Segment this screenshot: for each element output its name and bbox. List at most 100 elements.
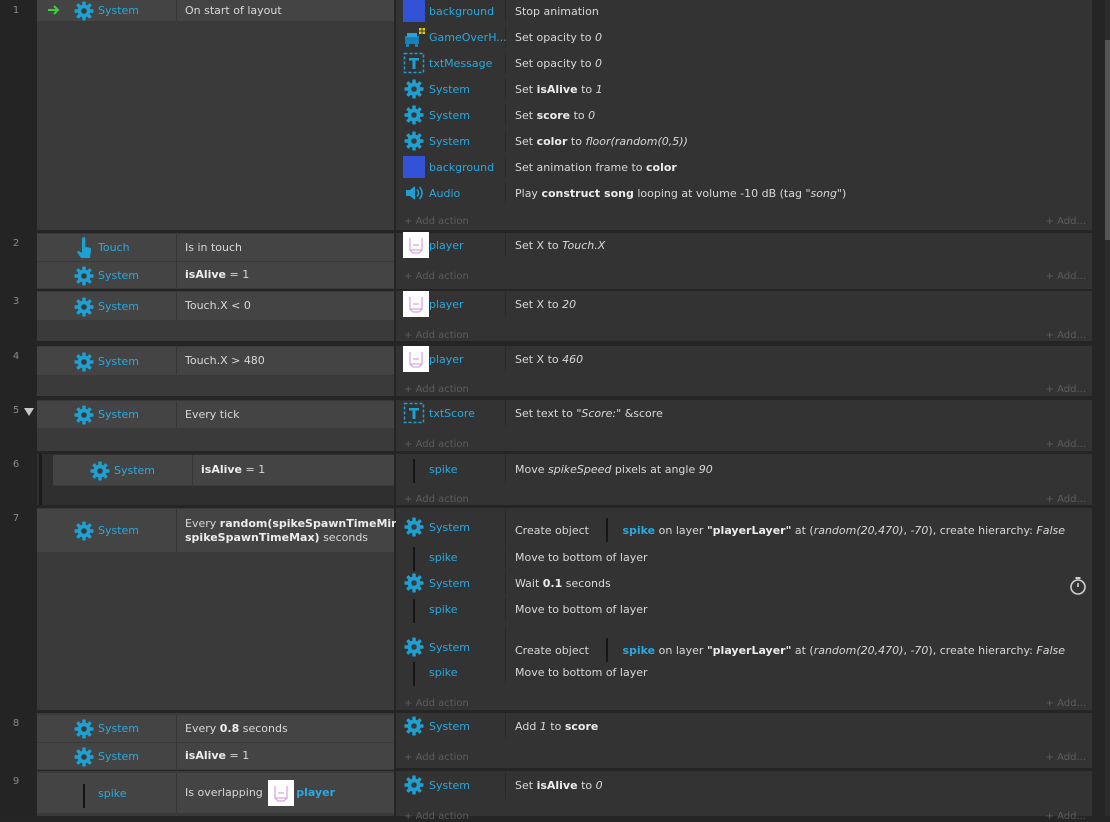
condition-object[interactable]: System bbox=[37, 347, 177, 375]
action-object[interactable]: player bbox=[396, 232, 506, 258]
action-object[interactable]: System bbox=[396, 713, 506, 739]
action-object[interactable]: spike bbox=[396, 660, 506, 686]
action-row[interactable]: System Wait 0.1 seconds bbox=[396, 571, 1092, 595]
action-row[interactable]: background Stop animation bbox=[396, 0, 1092, 22]
action-row[interactable]: System Set isAlive to 0 bbox=[396, 771, 1092, 799]
condition-row[interactable]: System Touch.X < 0 bbox=[37, 292, 394, 321]
actions-area[interactable]: background Stop animation GameOverH... Set … bbox=[396, 0, 1092, 230]
action-row[interactable]: txtMessage Set opacity to 0 bbox=[396, 52, 1092, 74]
conditions-area[interactable]: Touch Is in touch System isAlive = 1 bbox=[37, 233, 394, 289]
condition-object[interactable]: System bbox=[37, 509, 177, 552]
add-action-button[interactable]: + Add action bbox=[404, 439, 469, 450]
action-row[interactable]: System Set score to 0 bbox=[396, 104, 1092, 126]
action-row[interactable]: spike Move to bottom of layer bbox=[396, 545, 1092, 571]
condition-object[interactable]: System bbox=[37, 715, 177, 742]
action-object[interactable]: GameOverH... bbox=[396, 26, 507, 48]
add-action-button[interactable]: + Add action bbox=[404, 698, 469, 709]
add-action-button[interactable]: + Add action bbox=[404, 216, 469, 227]
actions-area[interactable]: System Set isAlive to 0 + Add action + Add.… bbox=[396, 771, 1092, 822]
action-row[interactable]: txtScore Set text to "Score:" &score bbox=[396, 400, 1092, 426]
action-object[interactable]: System bbox=[396, 771, 506, 799]
action-object[interactable]: background bbox=[396, 0, 506, 22]
add-more-button[interactable]: + Add... bbox=[1046, 494, 1086, 505]
event-block[interactable]: System On start of layout background Stop a… bbox=[37, 0, 1092, 230]
event-block[interactable]: System Touch.X > 480 player Set X to 460 + A… bbox=[37, 346, 1092, 396]
actions-area[interactable]: player Set X to Touch.X + Add action + Add.… bbox=[396, 232, 1092, 289]
event-block[interactable]: System Every 0.8 seconds System isAlive = 1… bbox=[37, 713, 1092, 770]
condition-row[interactable]: System Every random(spikeSpawnTimeMin, spi… bbox=[37, 509, 403, 553]
condition-object[interactable]: Touch bbox=[37, 234, 177, 261]
add-more-button[interactable]: + Add... bbox=[1046, 811, 1086, 822]
condition-object[interactable]: System bbox=[37, 262, 177, 288]
action-row[interactable]: System Create object spike on layer "play… bbox=[396, 510, 1092, 544]
action-row[interactable]: spike Move spikeSpeed pixels at angle 90 bbox=[396, 454, 1092, 484]
actions-area[interactable]: player Set X to 20 + Add action + Add... bbox=[396, 291, 1092, 341]
event-block[interactable]: System Every tick txtScore Set text to "Sco… bbox=[37, 400, 1092, 451]
condition-object[interactable]: System bbox=[37, 0, 177, 21]
conditions-area[interactable]: System Touch.X < 0 bbox=[37, 291, 394, 341]
action-row[interactable]: System Set color to floor(random(0,5)) bbox=[396, 130, 1092, 152]
add-action-button[interactable]: + Add action bbox=[404, 494, 469, 505]
add-action-button[interactable]: + Add action bbox=[404, 330, 469, 341]
action-object[interactable]: player bbox=[396, 346, 506, 372]
condition-row[interactable]: System Touch.X > 480 bbox=[37, 347, 394, 376]
action-object[interactable]: System bbox=[396, 130, 506, 152]
action-object[interactable]: player bbox=[396, 291, 506, 317]
add-action-button[interactable]: + Add action bbox=[404, 271, 469, 282]
add-action-button[interactable]: + Add action bbox=[404, 384, 469, 395]
event-block[interactable]: Touch Is in touch System isAlive = 1 player S… bbox=[37, 232, 1092, 289]
action-object[interactable]: spike bbox=[396, 597, 506, 623]
action-row[interactable]: player Set X to 460 bbox=[396, 346, 1092, 372]
conditions-area[interactable]: System Every tick bbox=[37, 400, 394, 451]
add-more-button[interactable]: + Add... bbox=[1046, 439, 1086, 450]
actions-area[interactable]: player Set X to 460 + Add action + Add... bbox=[396, 346, 1092, 396]
actions-area[interactable]: System Create object spike on layer "play… bbox=[396, 508, 1092, 710]
actions-area[interactable]: System Add 1 to score + Add action + Add... bbox=[396, 713, 1092, 768]
condition-row[interactable]: System Every tick bbox=[37, 401, 394, 429]
condition-object[interactable]: System bbox=[53, 455, 193, 485]
action-object[interactable]: System bbox=[396, 104, 506, 126]
action-row[interactable]: player Set X to 20 bbox=[396, 291, 1092, 317]
action-object[interactable]: spike bbox=[396, 454, 506, 484]
action-object[interactable]: txtScore bbox=[396, 400, 506, 426]
conditions-area[interactable]: System Every random(spikeSpawnTimeMin, spi… bbox=[37, 508, 403, 710]
conditions-area[interactable]: System isAlive = 1 bbox=[37, 454, 394, 505]
collapse-arrow-icon[interactable] bbox=[24, 408, 34, 416]
condition-row[interactable]: System isAlive = 1 bbox=[37, 262, 394, 289]
action-row[interactable]: background Set animation frame to color bbox=[396, 156, 1092, 178]
event-block[interactable]: spike Is overlapping player System Set isAl… bbox=[37, 771, 1092, 822]
action-row[interactable]: Audio Play construct song looping at volu… bbox=[396, 182, 1092, 204]
condition-row[interactable]: System isAlive = 1 bbox=[53, 455, 394, 486]
actions-area[interactable]: txtScore Set text to "Score:" &score + Add… bbox=[396, 400, 1092, 451]
condition-row[interactable]: spike Is overlapping player bbox=[37, 773, 394, 814]
add-more-button[interactable]: + Add... bbox=[1046, 216, 1086, 227]
conditions-area[interactable]: System On start of layout bbox=[37, 0, 394, 230]
action-row[interactable]: System Add 1 to score bbox=[396, 713, 1092, 739]
conditions-area[interactable]: System Touch.X > 480 bbox=[37, 346, 394, 396]
action-object[interactable]: System bbox=[396, 510, 506, 544]
add-more-button[interactable]: + Add... bbox=[1046, 752, 1086, 763]
condition-row[interactable]: System isAlive = 1 bbox=[37, 743, 394, 770]
condition-row[interactable]: System On start of layout bbox=[37, 0, 394, 22]
add-more-button[interactable]: + Add... bbox=[1046, 384, 1086, 395]
action-object[interactable]: System bbox=[396, 571, 506, 595]
actions-area[interactable]: spike Move spikeSpeed pixels at angle 90 +… bbox=[396, 454, 1092, 505]
condition-object[interactable]: System bbox=[37, 292, 177, 320]
action-row[interactable]: spike Move to bottom of layer bbox=[396, 597, 1092, 623]
add-action-button[interactable]: + Add action bbox=[404, 811, 469, 822]
event-block[interactable]: System isAlive = 1 spike Move spikeSpeed pi… bbox=[37, 454, 1092, 505]
event-block[interactable]: System Touch.X < 0 player Set X to 20 + Add … bbox=[37, 291, 1092, 341]
add-action-button[interactable]: + Add action bbox=[404, 752, 469, 763]
condition-object[interactable]: System bbox=[37, 743, 177, 769]
add-more-button[interactable]: + Add... bbox=[1046, 330, 1086, 341]
event-block[interactable]: System Every random(spikeSpawnTimeMin, spi… bbox=[37, 508, 1092, 710]
add-more-button[interactable]: + Add... bbox=[1046, 271, 1086, 282]
action-row[interactable]: GameOverH... Set opacity to 0 bbox=[396, 26, 1092, 48]
add-more-button[interactable]: + Add... bbox=[1046, 698, 1086, 709]
condition-row[interactable]: System Every 0.8 seconds bbox=[37, 715, 394, 743]
action-object[interactable]: System bbox=[396, 78, 506, 100]
condition-object[interactable]: spike bbox=[37, 773, 177, 813]
action-object[interactable]: Audio bbox=[396, 182, 506, 204]
action-row[interactable]: System Set isAlive to 1 bbox=[396, 78, 1092, 100]
action-object[interactable]: txtMessage bbox=[396, 52, 506, 74]
